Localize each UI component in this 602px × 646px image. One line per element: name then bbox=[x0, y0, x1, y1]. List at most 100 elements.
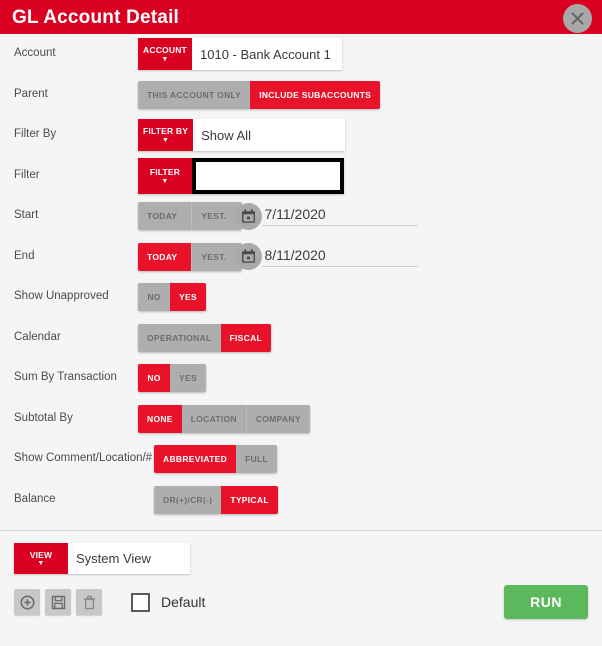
balance-toggle: DR(+)/CR(-) TYPICAL bbox=[154, 485, 278, 514]
filter-combo: FILTER ▼ bbox=[138, 157, 344, 194]
filter-dropdown-button[interactable]: FILTER ▼ bbox=[138, 157, 192, 194]
control-start: TODAY YEST. 7/11/2020 bbox=[138, 202, 419, 231]
row-filter-by: Filter By FILTER BY ▼ Show All bbox=[0, 115, 602, 156]
view-combo: VIEW ▼ System View bbox=[14, 543, 190, 574]
trash-glyph bbox=[83, 595, 95, 609]
calendar-glyph bbox=[242, 249, 256, 263]
chevron-down-icon: ▼ bbox=[37, 560, 45, 568]
label-parent: Parent bbox=[14, 87, 48, 100]
view-input[interactable]: System View bbox=[68, 543, 190, 574]
view-row: VIEW ▼ System View bbox=[14, 543, 602, 574]
account-dropdown-label: ACCOUNT bbox=[143, 45, 187, 56]
dialog-footer: VIEW ▼ System View Default RUN bbox=[0, 531, 602, 619]
dialog-header: GL Account Detail bbox=[0, 0, 602, 34]
control-subtotal-by: NONE LOCATION COMPANY bbox=[138, 404, 310, 433]
start-date-input[interactable]: 7/11/2020 bbox=[262, 206, 419, 227]
label-account: Account bbox=[14, 47, 56, 60]
parent-option-include-subaccounts[interactable]: INCLUDE SUBACCOUNTS bbox=[250, 80, 381, 109]
show-unapproved-toggle: NO YES bbox=[138, 283, 206, 312]
subtotal-by-option-location[interactable]: LOCATION bbox=[181, 404, 246, 433]
calendar-toggle: OPERATIONAL FISCAL bbox=[138, 323, 272, 352]
add-circle-icon[interactable] bbox=[14, 589, 40, 615]
row-calendar: Calendar OPERATIONAL FISCAL bbox=[0, 318, 602, 359]
start-quick-toggle: TODAY YEST. bbox=[138, 202, 243, 231]
control-calendar: OPERATIONAL FISCAL bbox=[138, 323, 272, 352]
parent-toggle: THIS ACCOUNT ONLY INCLUDE SUBACCOUNTS bbox=[138, 80, 381, 109]
label-start: Start bbox=[14, 209, 39, 222]
control-filter-by: FILTER BY ▼ Show All bbox=[138, 119, 346, 152]
row-balance: Balance DR(+)/CR(-) TYPICAL bbox=[0, 480, 602, 521]
calendar-option-fiscal[interactable]: FISCAL bbox=[220, 323, 272, 352]
account-combo: ACCOUNT ▼ 1010 - Bank Account 1 bbox=[138, 38, 342, 71]
options-form: Account ACCOUNT ▼ 1010 - Bank Account 1 … bbox=[0, 34, 602, 520]
control-show-unapproved: NO YES bbox=[138, 283, 206, 312]
row-sum-by-transaction: Sum By Transaction NO YES bbox=[0, 358, 602, 399]
save-disk-glyph bbox=[51, 595, 65, 609]
end-quick-toggle: TODAY YEST. bbox=[138, 242, 243, 271]
footer-actions: Default RUN bbox=[14, 585, 602, 619]
control-show-comment: ABBREVIATED FULL bbox=[154, 445, 277, 474]
show-comment-toggle: ABBREVIATED FULL bbox=[154, 445, 277, 474]
add-circle-glyph bbox=[20, 595, 34, 609]
row-account: Account ACCOUNT ▼ 1010 - Bank Account 1 bbox=[0, 34, 602, 75]
label-end: End bbox=[14, 249, 35, 262]
balance-option-dr-cr[interactable]: DR(+)/CR(-) bbox=[154, 485, 222, 514]
show-unapproved-option-no[interactable]: NO bbox=[138, 283, 170, 312]
chevron-down-icon: ▼ bbox=[161, 137, 170, 145]
account-dropdown-button[interactable]: ACCOUNT ▼ bbox=[138, 38, 192, 71]
sum-by-transaction-option-no[interactable]: NO bbox=[138, 364, 170, 393]
view-dropdown-button[interactable]: VIEW ▼ bbox=[14, 543, 68, 574]
row-filter: Filter FILTER ▼ bbox=[0, 156, 602, 197]
close-icon[interactable] bbox=[563, 4, 592, 33]
default-checkbox-group: Default bbox=[131, 592, 206, 612]
row-show-unapproved: Show Unapproved NO YES bbox=[0, 277, 602, 318]
label-show-comment: Show Comment/Location/# bbox=[14, 452, 153, 465]
chevron-down-icon: ▼ bbox=[161, 177, 169, 185]
filter-by-dropdown-button[interactable]: FILTER BY ▼ bbox=[138, 119, 194, 152]
control-sum-by-transaction: NO YES bbox=[138, 364, 206, 393]
control-end: TODAY YEST. 8/11/2020 bbox=[138, 242, 419, 271]
label-subtotal-by: Subtotal By bbox=[14, 411, 73, 424]
control-balance: DR(+)/CR(-) TYPICAL bbox=[154, 485, 278, 514]
filter-by-input[interactable]: Show All bbox=[193, 119, 346, 152]
filter-by-dropdown-label: FILTER BY bbox=[143, 126, 189, 137]
close-x-glyph bbox=[571, 12, 584, 25]
filter-by-combo: FILTER BY ▼ Show All bbox=[138, 119, 346, 152]
label-balance: Balance bbox=[14, 492, 56, 505]
calendar-icon[interactable] bbox=[235, 243, 263, 271]
show-unapproved-option-yes[interactable]: YES bbox=[170, 283, 206, 312]
gl-account-detail-dialog: GL Account Detail Account ACCOUNT ▼ 1010… bbox=[0, 0, 602, 646]
label-show-unapproved: Show Unapproved bbox=[14, 290, 109, 303]
end-option-today[interactable]: TODAY bbox=[138, 242, 192, 271]
label-filter-by: Filter By bbox=[14, 128, 57, 141]
start-option-today[interactable]: TODAY bbox=[138, 202, 192, 231]
parent-option-this-account-only[interactable]: THIS ACCOUNT ONLY bbox=[138, 80, 251, 109]
sum-by-transaction-toggle: NO YES bbox=[138, 364, 206, 393]
label-calendar: Calendar bbox=[14, 330, 61, 343]
filter-input[interactable] bbox=[192, 157, 344, 194]
subtotal-by-toggle: NONE LOCATION COMPANY bbox=[138, 404, 310, 433]
show-comment-option-abbreviated[interactable]: ABBREVIATED bbox=[154, 445, 237, 474]
subtotal-by-option-none[interactable]: NONE bbox=[138, 404, 182, 433]
row-show-comment: Show Comment/Location/# ABBREVIATED FULL bbox=[0, 439, 602, 480]
balance-option-typical[interactable]: TYPICAL bbox=[221, 485, 278, 514]
label-filter: Filter bbox=[14, 168, 40, 181]
page-title: GL Account Detail bbox=[12, 6, 180, 28]
save-disk-icon[interactable] bbox=[45, 589, 71, 615]
sum-by-transaction-option-yes[interactable]: YES bbox=[170, 364, 206, 393]
view-dropdown-label: VIEW bbox=[29, 549, 53, 560]
calendar-icon[interactable] bbox=[235, 202, 263, 230]
row-parent: Parent THIS ACCOUNT ONLY INCLUDE SUBACCO… bbox=[0, 75, 602, 116]
subtotal-by-option-company[interactable]: COMPANY bbox=[245, 404, 310, 433]
control-parent: THIS ACCOUNT ONLY INCLUDE SUBACCOUNTS bbox=[138, 80, 381, 109]
row-end: End TODAY YEST. 8/11/2020 bbox=[0, 237, 602, 278]
account-input[interactable]: 1010 - Bank Account 1 bbox=[192, 38, 342, 71]
calendar-glyph bbox=[242, 209, 256, 223]
trash-icon[interactable] bbox=[76, 589, 102, 615]
run-button[interactable]: RUN bbox=[504, 585, 588, 619]
default-checkbox[interactable] bbox=[131, 592, 150, 612]
calendar-option-operational[interactable]: OPERATIONAL bbox=[138, 323, 221, 352]
show-comment-option-full[interactable]: FULL bbox=[236, 445, 277, 474]
default-label: Default bbox=[161, 594, 206, 610]
end-date-input[interactable]: 8/11/2020 bbox=[262, 247, 419, 267]
